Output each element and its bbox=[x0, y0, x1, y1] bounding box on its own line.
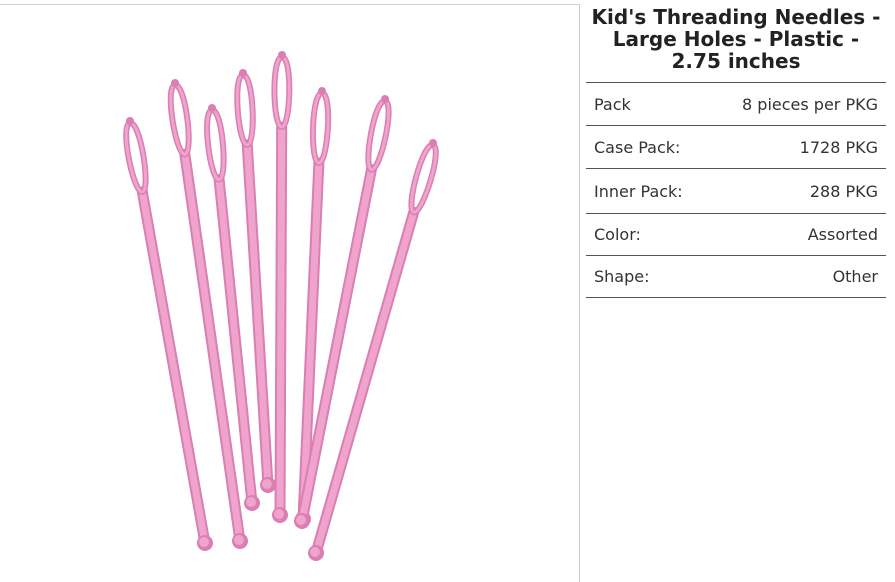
product-page: Kid's Threading Needles - Large Holes - … bbox=[0, 0, 895, 582]
spec-label: Inner Pack: bbox=[594, 181, 683, 201]
product-details: Kid's Threading Needles - Large Holes - … bbox=[586, 0, 886, 298]
spec-label: Shape: bbox=[594, 267, 650, 286]
spec-row-inner-pack: Inner Pack: 288 PKG bbox=[586, 169, 886, 214]
spec-table: Pack 8 pieces per PKG Case Pack: 1728 PK… bbox=[586, 82, 886, 298]
spec-value: Assorted bbox=[807, 225, 878, 244]
spec-label: Color: bbox=[594, 225, 641, 244]
needle bbox=[271, 51, 293, 523]
spec-value: 1728 PKG bbox=[799, 137, 878, 157]
spec-label: Pack bbox=[594, 94, 631, 114]
spec-label: Case Pack: bbox=[594, 137, 681, 157]
spec-row-shape: Shape: Other bbox=[586, 256, 886, 298]
product-image-frame bbox=[0, 4, 580, 582]
spec-value: 288 PKG bbox=[809, 181, 878, 201]
spec-value: 8 pieces per PKG bbox=[742, 94, 878, 114]
spec-value: Other bbox=[832, 267, 878, 286]
threading-needles-image bbox=[123, 51, 439, 561]
needle bbox=[308, 139, 439, 561]
spec-row-case-pack: Case Pack: 1728 PKG bbox=[586, 126, 886, 169]
spec-row-pack: Pack 8 pieces per PKG bbox=[586, 83, 886, 126]
spec-row-color: Color: Assorted bbox=[586, 214, 886, 256]
needle bbox=[123, 117, 213, 551]
product-title: Kid's Threading Needles - Large Holes - … bbox=[591, 5, 881, 73]
